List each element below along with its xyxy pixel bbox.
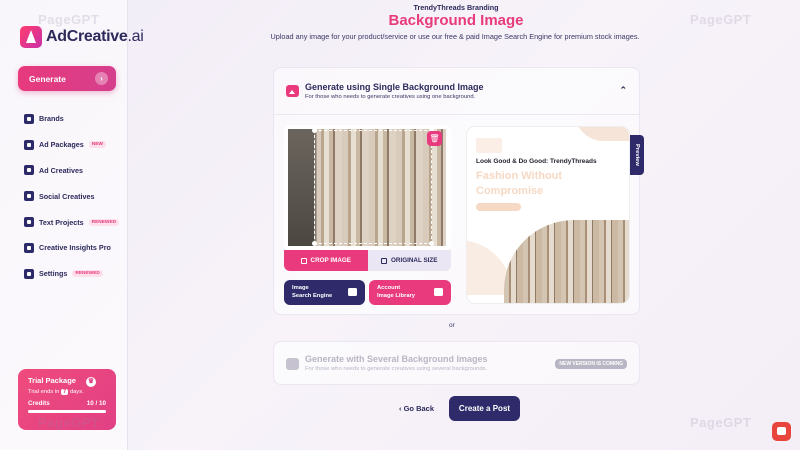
coming-soon-badge: NEW VERSION IS COMING [555,359,627,369]
tab-original-size[interactable]: ORIGINAL SIZE [367,250,451,271]
watermark: PageGPT [38,415,100,430]
single-background-card: Generate using Single Background Image F… [273,67,644,315]
sidebar-item-label: Social Creatives [39,191,95,201]
image-icon [286,85,299,97]
crop-selection-box[interactable] [312,128,434,246]
sidebar-item-text-projects[interactable]: Text Projects RENEWED [24,209,120,235]
chevron-left-icon: ‹ [399,404,402,413]
preview-headline: Look Good & Do Good: TrendyThreads [476,158,597,165]
preview-cta [476,203,521,211]
renewed-badge: RENEWED [88,218,120,226]
crop-icon [300,257,307,264]
sidebar-item-settings[interactable]: Settings RENEWED [24,261,119,287]
sidebar-item-ad-packages[interactable]: Ad Packages NEW [24,132,119,158]
chevron-up-icon[interactable]: ⌃ [619,85,627,96]
logo[interactable]: AdCreative.ai [20,26,144,48]
images-icon [286,358,299,370]
renewed-badge: RENEWED [72,270,103,278]
credits-label: Credits [28,400,50,407]
watermark: PageGPT [690,415,752,430]
tab-crop-image[interactable]: CROP IMAGE [284,250,368,271]
crop-mode-tabs: CROP IMAGE ORIGINAL SIZE [284,250,451,271]
page-title: Background Image [388,12,524,29]
uploaded-image-frame: 🗑 [284,125,451,250]
create-post-button[interactable]: Create a Post [449,396,520,421]
multiple-backgrounds-card: Generate with Several Background Images … [273,341,640,385]
original-size-icon [381,257,388,264]
sidebar-item-ad-creatives[interactable]: Ad Creatives [24,158,119,184]
generate-label: Generate [29,73,66,84]
credits-progress-bar [28,410,106,413]
generate-button[interactable]: Generate › [18,66,116,91]
crop-handle[interactable] [312,241,317,246]
account-image-library-button[interactable]: Account Image Library [369,280,451,305]
image-search-engine-button[interactable]: Image Search Engine [284,280,365,305]
preview-background-image [504,220,629,303]
logo-text: AdCreative.ai [46,28,144,45]
crop-handle[interactable] [312,128,317,133]
sidebar-item-label: Creative Insights Pro [39,243,111,253]
image-search-icon [348,288,357,296]
preview-brand-logo [476,138,502,153]
sidebar-nav: Brands Ad Packages NEW Ad Creatives Soci… [24,106,120,287]
sidebar-item-label: Brands [39,114,64,124]
single-background-header[interactable]: Generate using Single Background Image F… [274,68,639,115]
preview-tab[interactable]: Preview [630,135,644,175]
sidebar-item-social-creatives[interactable]: Social Creatives [24,183,119,209]
go-back-button[interactable]: ‹ Go Back [399,404,434,413]
page-subtitle: Upload any image for your product/servic… [270,32,640,41]
ad-packages-icon [24,139,34,150]
credits-progress-fill [28,410,106,413]
logo-mark-icon [20,26,42,48]
text-projects-icon [24,217,34,228]
trash-icon: 🗑 [429,134,440,143]
creative-preview: Look Good & Do Good: TrendyThreads Fashi… [467,127,629,303]
sidebar-item-brands[interactable]: Brands [24,106,119,132]
chat-support-icon[interactable] [772,422,791,441]
trial-days: Trial ends in 7 days. [28,389,84,395]
multiple-backgrounds-title: Generate with Several Background Images [305,354,488,364]
sidebar-item-creative-insights-pro[interactable]: Creative Insights Pro [24,235,119,261]
brand-name: TrendyThreads Branding [413,3,499,12]
ad-creatives-icon [24,165,34,176]
folder-icon [434,288,443,296]
social-creatives-icon [24,191,34,202]
credits-row: Credits 10 / 10 [28,400,106,407]
uploaded-image [288,128,446,246]
crop-handle[interactable] [429,241,434,246]
sidebar-item-label: Ad Packages [39,140,84,150]
crown-icon: ♛ [86,377,96,387]
single-background-title: Generate using Single Background Image [305,82,484,92]
delete-image-button[interactable]: 🗑 [427,131,442,146]
sidebar-item-label: Text Projects [39,217,84,227]
or-divider: or [449,322,455,329]
credits-value: 10 / 10 [86,400,106,407]
arrow-right-icon: › [95,72,108,85]
preview-tagline: Fashion Without Compromise [476,170,563,197]
sidebar: AdCreative.ai Generate › Brands Ad Packa… [0,0,144,450]
creative-insights-icon [24,242,34,253]
brands-icon [24,113,34,124]
new-badge: NEW [88,141,106,149]
settings-icon [24,268,34,279]
sidebar-item-label: Ad Creatives [39,165,83,175]
multiple-backgrounds-subtitle: For those who needs to generate creative… [305,366,488,372]
sidebar-item-label: Settings [39,269,68,279]
trial-days-count: 7 [60,389,69,395]
single-background-subtitle: For those who needs to generate creative… [305,94,476,100]
